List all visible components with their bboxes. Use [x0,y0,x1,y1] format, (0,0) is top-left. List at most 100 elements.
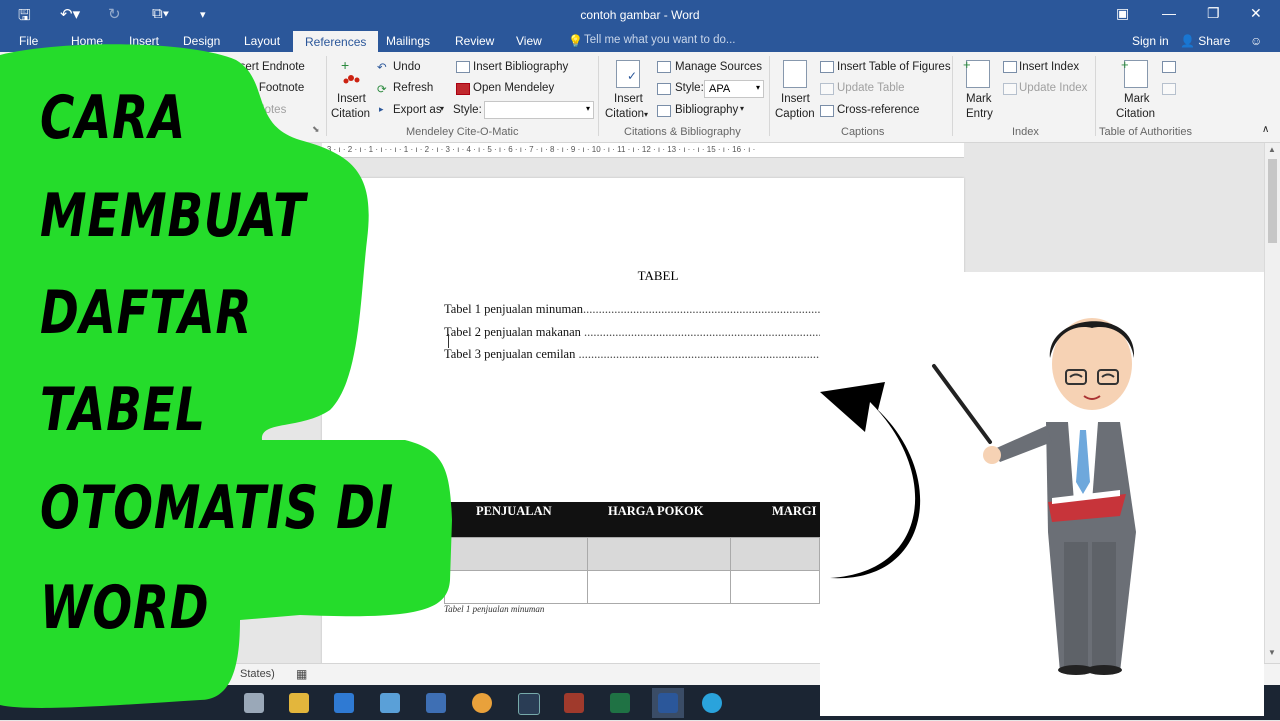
insert-table-of-authorities-icon[interactable] [1162,61,1176,73]
sign-in-link[interactable]: Sign in [1132,34,1169,48]
table-cell[interactable] [587,570,731,604]
table-cell[interactable] [730,570,820,604]
mark-citation-button[interactable]: Mark [1124,93,1150,105]
table-header-cell: MARGI [772,504,817,518]
minimize-button[interactable]: — [1162,5,1176,21]
entry-label: Entry [966,108,993,120]
headline-line: WORD [40,573,210,643]
headline-line: TABEL [40,375,206,445]
mark-entry-button[interactable]: Mark [966,93,992,105]
toc-entry-text: Tabel 2 penjualan makanan [444,325,581,339]
word-active-tile[interactable] [652,688,684,718]
share-button[interactable]: 👤 Share [1180,34,1230,48]
insert-caption-button[interactable]: Insert [781,93,810,105]
bibliography-button[interactable]: Bibliography [675,104,738,116]
update-table-icon [820,83,834,95]
scrollbar-thumb[interactable] [1268,159,1277,243]
insert-caption-icon [783,60,807,88]
group-separator [598,56,599,136]
caption-label: Caption [775,108,815,120]
media-icon[interactable] [518,693,540,715]
chevron-down-icon: ▾ [740,104,745,113]
mark-citation-label: Citation [1116,108,1155,120]
chevron-down-icon: ▾ [644,110,649,119]
headline-line: CARA [40,83,186,153]
insert-citation-icon: ✓ [616,60,640,88]
scroll-down-icon[interactable]: ▼ [1268,648,1276,657]
smiley-icon[interactable]: ☺ [1250,34,1262,48]
curved-arrow-icon [820,382,921,579]
insert-bibliography-button[interactable]: Insert Bibliography [473,61,568,73]
group-separator [769,56,770,136]
bibliography-icon [657,105,671,117]
insert-citation-button[interactable]: Insert [614,93,643,105]
excel-icon[interactable] [610,693,630,713]
headline-line: MEMBUAT [40,181,306,251]
toc-entry-text: Tabel 3 penjualan cemilan [444,347,576,361]
person-icon: 👤 [1180,34,1195,48]
group-separator [1095,56,1096,136]
authorities-group-label: Table of Authorities [1099,126,1192,138]
document-heading: TABEL [637,268,679,283]
citation-label: Citation [605,108,644,120]
group-separator [952,56,953,136]
table-cell[interactable] [587,537,731,571]
chevron-down-icon: ▾ [755,83,760,92]
vertical-scrollbar[interactable]: ▲ ▼ [1264,143,1280,663]
tab-review[interactable]: Review [455,34,494,48]
archive-icon[interactable] [564,693,584,713]
toc-entry[interactable]: Tabel 1 penjualan minuman...............… [444,302,820,317]
chevron-down-icon: ▾ [585,104,590,113]
style-icon [657,83,671,95]
tab-view[interactable]: View [516,34,542,48]
cross-reference-button[interactable]: Cross-reference [837,104,919,116]
maximize-button[interactable]: ❐ [1207,5,1220,22]
scroll-up-icon[interactable]: ▲ [1268,145,1276,154]
collapse-ribbon-icon[interactable]: ∧ [1262,124,1269,135]
toc-leader-dots: ........................................… [584,325,820,339]
toc-entry[interactable]: Tabel 3 penjualan cemilan ..............… [444,347,820,362]
mark-citation-icon: + [1121,57,1148,88]
table-header-row[interactable]: PENJUALAN HARGA POKOK MARGI [444,502,820,537]
toc-leader-dots: ........................................… [583,302,820,316]
mark-entry-icon: + [963,57,990,88]
citation-style-label: Style: [675,82,704,94]
captions-group-label: Captions [841,126,885,138]
headline-line: DAFTAR [40,278,253,348]
insert-index-button[interactable]: Insert Index [1019,61,1079,73]
illustration-panel [820,272,1264,716]
toc-entry-text: Tabel 1 penjualan minuman [444,302,584,316]
toc-entry[interactable]: Tabel 2 penjualan makanan ..............… [444,325,820,340]
table-cell[interactable] [444,570,588,604]
update-index-button[interactable]: Update Index [1019,82,1087,94]
ribbon-display-icon[interactable]: ▣ [1116,5,1129,22]
chrome-icon[interactable] [472,693,492,713]
insert-index-icon [1003,61,1017,73]
table-cell[interactable] [730,537,820,571]
citation-style-value: APA [709,83,731,95]
manage-sources-icon [657,61,671,73]
headline-line: OTOMATIS DI [40,473,394,543]
share-label: Share [1198,34,1231,48]
insert-table-of-figures-button[interactable]: Insert Table of Figures [837,61,951,73]
table-of-figures-icon [820,61,834,73]
table-header-cell: HARGA POKOK [608,504,704,518]
teacher-illustration [820,318,1136,675]
telegram-icon[interactable] [702,693,722,713]
tell-me-search[interactable]: Tell me what you want to do... [584,34,736,46]
toc-leader-dots: ........................................… [578,347,821,361]
update-index-icon [1003,83,1017,95]
open-mendeley-button[interactable]: Open Mendeley [473,82,554,94]
table-cell[interactable] [444,537,588,571]
table-header-cell: PENJUALAN [476,504,552,518]
lightbulb-icon: 💡 [568,34,583,48]
citations-group-label: Citations & Bibliography [624,126,741,138]
index-group-label: Index [1012,126,1039,138]
update-table-of-authorities-icon[interactable] [1162,83,1176,95]
close-button[interactable]: ✕ [1250,5,1262,22]
mendeley-style-select[interactable]: ▾ [484,101,594,119]
cross-reference-icon [820,105,834,117]
update-table-button[interactable]: Update Table [837,82,905,94]
citation-style-select[interactable]: APA ▾ [704,80,764,98]
manage-sources-button[interactable]: Manage Sources [675,61,762,73]
